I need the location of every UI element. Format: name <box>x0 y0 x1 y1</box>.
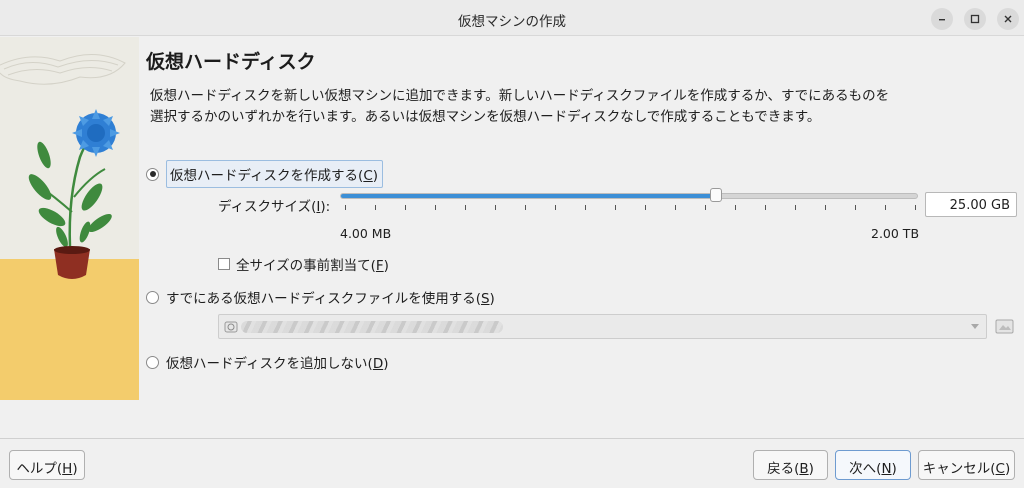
close-button[interactable] <box>997 8 1019 30</box>
option-existing-disk[interactable]: すでにある仮想ハードディスクファイルを使用する(S) <box>146 287 495 307</box>
slider-tick <box>525 205 526 210</box>
slider-tick <box>915 205 916 210</box>
chevron-down-icon <box>971 324 979 329</box>
existing-disk-path-redacted <box>241 321 503 333</box>
slider-tick <box>675 205 676 210</box>
slider-tick <box>405 205 406 210</box>
slider-tick <box>645 205 646 210</box>
cancel-button[interactable]: キャンセル(C) <box>918 450 1015 480</box>
create-disk-radio[interactable] <box>146 167 159 181</box>
disk-size-slider[interactable] <box>340 193 918 199</box>
slider-ticks <box>345 205 916 213</box>
page-description: 仮想ハードディスクを新しい仮想マシンに追加できます。新しいハードディスクファイル… <box>150 88 890 125</box>
create-disk-label-box: 仮想ハードディスクを作成する(C) <box>166 160 384 188</box>
slider-tick <box>585 205 586 210</box>
minimize-button[interactable] <box>931 8 953 30</box>
preallocate-checkbox[interactable] <box>218 258 230 270</box>
wizard-illustration <box>0 37 139 400</box>
footer-divider <box>0 438 1024 439</box>
maximize-icon <box>970 14 980 24</box>
slider-tick <box>825 205 826 210</box>
preallocate-label: 全サイズの事前割当て(F) <box>236 258 389 274</box>
slider-max-label: 2.00 TB <box>871 226 920 241</box>
choose-disk-folder-icon <box>995 319 1014 334</box>
maximize-button[interactable] <box>964 8 986 30</box>
slider-tick <box>795 205 796 210</box>
option-create-disk[interactable]: 仮想ハードディスクを作成する(C) <box>146 160 384 188</box>
next-button[interactable]: 次へ(N) <box>835 450 911 480</box>
no-disk-label: 仮想ハードディスクを追加しない(D) <box>166 356 389 372</box>
minimize-icon <box>939 19 945 21</box>
slider-tick <box>615 205 616 210</box>
no-disk-radio[interactable] <box>146 355 159 369</box>
slider-tick <box>555 205 556 210</box>
option-no-disk[interactable]: 仮想ハードディスクを追加しない(D) <box>146 352 389 372</box>
create-disk-label: 仮想ハードディスクを作成する(C) <box>170 168 379 184</box>
slider-tick <box>705 205 706 210</box>
slider-tick <box>885 205 886 210</box>
disk-size-input[interactable]: 25.00 GB <box>925 192 1017 217</box>
slider-tick <box>345 205 346 210</box>
slider-tick <box>375 205 376 210</box>
plant-illustration <box>0 37 139 400</box>
slider-tick <box>495 205 496 210</box>
slider-fill <box>341 194 715 198</box>
existing-disk-select <box>218 314 987 339</box>
existing-disk-radio[interactable] <box>146 290 159 304</box>
slider-tick <box>435 205 436 210</box>
hard-disk-icon <box>224 321 238 333</box>
slider-tick <box>855 205 856 210</box>
slider-min-label: 4.00 MB <box>340 226 392 241</box>
disk-size-label: ディスクサイズ(I): <box>218 199 331 215</box>
help-button[interactable]: ヘルプ(H) <box>9 450 85 480</box>
back-button[interactable]: 戻る(B) <box>753 450 828 480</box>
close-icon <box>1004 15 1012 23</box>
existing-disk-label: すでにある仮想ハードディスクファイルを使用する(S) <box>166 291 495 307</box>
slider-tick <box>735 205 736 210</box>
window-title: 仮想マシンの作成 <box>458 14 566 30</box>
title-bar: 仮想マシンの作成 <box>0 0 1024 36</box>
slider-tick <box>765 205 766 210</box>
page-heading: 仮想ハードディスク <box>146 51 316 73</box>
slider-handle[interactable] <box>709 188 722 202</box>
slider-tick <box>465 205 466 210</box>
preallocate-option[interactable]: 全サイズの事前割当て(F) <box>218 254 389 274</box>
